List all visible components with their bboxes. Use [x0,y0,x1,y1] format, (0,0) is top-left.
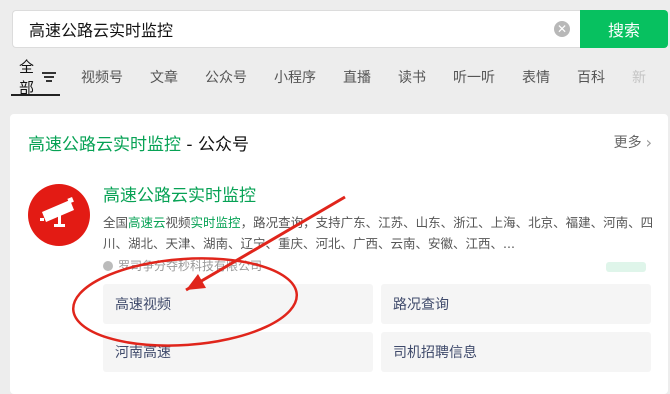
search-query-text: 高速公路云实时监控 [29,21,174,40]
menu-item-henan-highway[interactable]: 河南高速 [103,332,373,372]
tab-encyclopedia[interactable]: 百科 [577,67,605,87]
search-button[interactable]: 搜索 [580,10,668,48]
avatar[interactable] [28,184,90,246]
company-name: 罗司争分夺秒科技有限公司 [118,259,263,273]
desc-prefix: 全国 [103,215,129,230]
tab-mini-programs[interactable]: 小程序 [274,67,316,87]
account-name[interactable]: 高速公路云实时监控 [103,181,256,206]
menu-item-highway-video[interactable]: 高速视频 [103,284,373,324]
camera-icon [40,197,74,227]
more-label: 更多 [613,135,642,151]
verified-icon [103,260,113,271]
category-tabs: 全部 视频号 文章 公众号 小程序 直播 读书 听一听 表情 百科 新 [0,58,670,97]
company-line: 罗司争分夺秒科技有限公司 [103,257,262,274]
tab-articles[interactable]: 文章 [150,67,178,87]
chevron-right-icon: › [645,132,652,152]
tab-live[interactable]: 直播 [343,67,371,87]
watermark [606,262,646,272]
tab-books[interactable]: 读书 [398,67,426,87]
desc-highlight-2: 实时监控 [190,215,241,230]
tab-overflow[interactable]: 新 [632,67,646,87]
more-link[interactable]: 更多 › [614,132,652,152]
desc-highlight-1: 高速云 [128,215,166,230]
card-title-suffix: - 公众号 [181,135,249,155]
search-input[interactable]: 高速公路云实时监控 ✕ [12,10,580,48]
search-bar: 高速公路云实时监控 ✕ 搜索 [12,10,668,48]
account-menu: 高速视频 路况查询 河南高速 司机招聘信息 [103,284,651,372]
tab-official-accounts[interactable]: 公众号 [205,67,247,87]
account-description: 全国高速云视频实时监控，路况查询，支持广东、江苏、山东、浙江、上海、北京、福建、… [103,212,658,254]
card-title: 高速公路云实时监控 - 公众号 [28,130,249,155]
desc-middle: 视频 [165,215,191,230]
tab-channels[interactable]: 视频号 [81,67,123,87]
tab-stickers[interactable]: 表情 [522,67,550,87]
clear-icon[interactable]: ✕ [554,21,570,37]
result-card: 高速公路云实时监控 - 公众号 更多 › 高速公路云实时监控 全国高速云视频实时… [10,114,668,394]
tab-all[interactable]: 全部 [10,58,61,97]
tab-all-label: 全部 [19,58,35,97]
card-title-highlight: 高速公路云实时监控 [28,135,181,155]
menu-item-road-conditions[interactable]: 路况查询 [381,284,651,324]
tab-listen[interactable]: 听一听 [453,67,495,87]
filter-icon[interactable] [42,70,57,84]
menu-item-driver-recruitment[interactable]: 司机招聘信息 [381,332,651,372]
